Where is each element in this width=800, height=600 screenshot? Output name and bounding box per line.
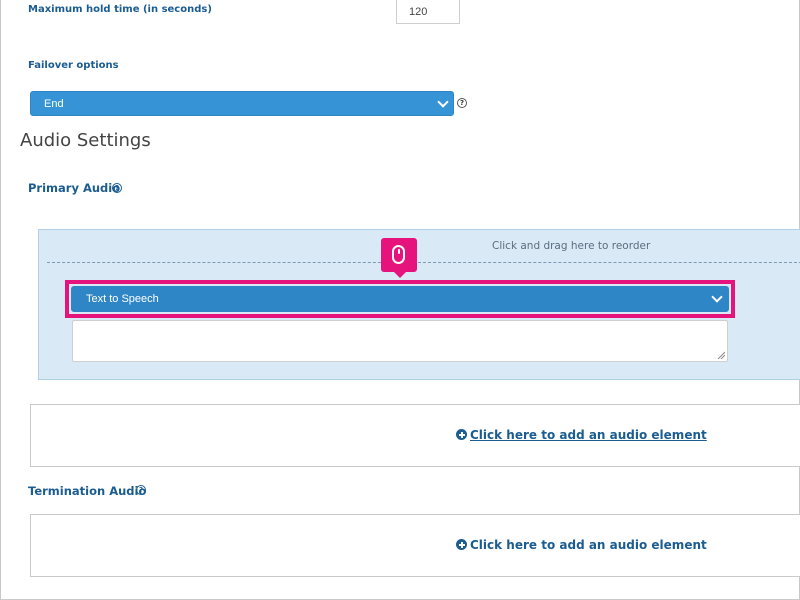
help-icon[interactable]: ? <box>457 98 467 108</box>
mouse-click-icon <box>392 245 405 264</box>
add-audio-box-primary: Click here to add an audio element <box>30 404 800 467</box>
audio-type-selected-value: Text to Speech <box>86 293 159 305</box>
tts-text-area[interactable] <box>72 320 728 362</box>
hold-time-input[interactable]: 120 <box>396 0 460 24</box>
plus-circle-icon <box>456 429 467 440</box>
chevron-down-icon <box>711 291 723 303</box>
failover-selected-value: End <box>44 98 64 110</box>
help-icon[interactable]: ? <box>136 485 146 495</box>
add-audio-link-label: Click here to add an audio element <box>470 428 707 442</box>
failover-label: Failover options <box>28 60 119 71</box>
plus-circle-icon <box>456 539 467 550</box>
termination-audio-label: Termination Audio <box>28 484 147 498</box>
audio-settings-title: Audio Settings <box>20 130 151 151</box>
divider <box>47 262 800 263</box>
add-audio-link-primary[interactable]: Click here to add an audio element <box>456 428 707 442</box>
primary-audio-label: Primary Audio <box>28 181 121 195</box>
add-audio-link-termination[interactable]: Click here to add an audio element <box>456 538 707 552</box>
help-icon[interactable]: ? <box>112 183 122 193</box>
resize-grip-icon[interactable] <box>717 351 725 359</box>
mouse-click-indicator <box>381 238 417 278</box>
drag-reorder-handle[interactable]: Click and drag here to reorder <box>492 240 650 252</box>
audio-type-select[interactable]: Text to Speech <box>71 286 729 312</box>
failover-select[interactable]: End <box>30 91 454 116</box>
add-audio-link-label: Click here to add an audio element <box>470 538 707 552</box>
hold-time-label: Maximum hold time (in seconds) <box>28 4 212 15</box>
add-audio-box-termination: Click here to add an audio element <box>30 514 800 577</box>
chevron-down-icon <box>437 96 449 108</box>
